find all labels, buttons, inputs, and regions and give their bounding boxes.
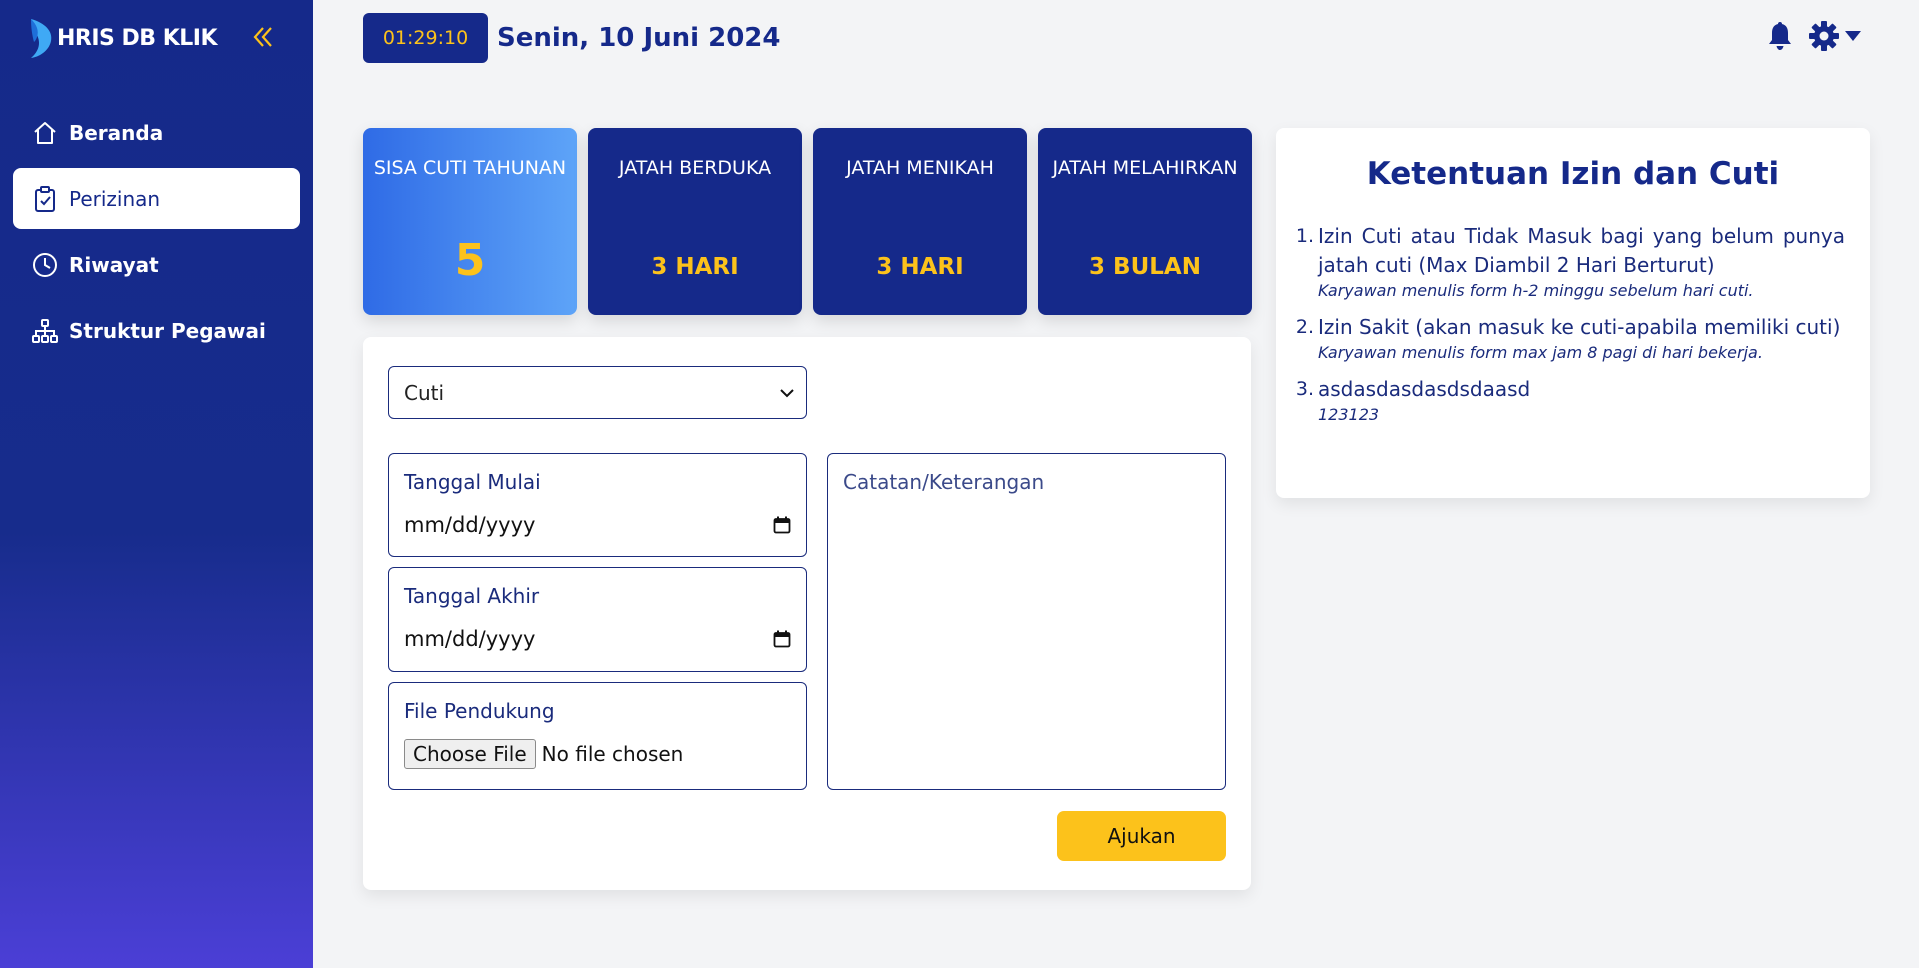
brand[interactable]: HRIS DB KLIK — [27, 17, 218, 59]
rule-item: 1. Izin Cuti atau Tidak Masuk bagi yang … — [1291, 222, 1845, 302]
end-date-field: Tanggal Akhir mm/dd/yyyy — [388, 567, 807, 672]
file-status: No file chosen — [541, 742, 684, 766]
sidebar-item-beranda[interactable]: Beranda — [13, 102, 300, 163]
card-value: 3 BULAN — [1089, 254, 1201, 280]
rules-list: 1. Izin Cuti atau Tidak Masuk bagi yang … — [1291, 222, 1845, 437]
gear-icon — [1809, 21, 1839, 51]
sidebar-item-label: Riwayat — [69, 252, 159, 277]
card-jatah-berduka: JATAH BERDUKA 3 HARI — [588, 128, 802, 315]
clock-badge: 01:29:10 — [363, 13, 488, 63]
settings-menu-button[interactable] — [1808, 20, 1862, 52]
clock-history-icon — [31, 251, 59, 279]
rules-title: Ketentuan Izin dan Cuti — [1366, 156, 1780, 192]
leave-type-value: Cuti — [404, 380, 445, 405]
start-date-input[interactable]: mm/dd/yyyy — [404, 511, 791, 539]
notification-button[interactable] — [1766, 20, 1794, 52]
rule-text: asdasdasdasdsdaasd — [1318, 377, 1531, 401]
sidebar-item-riwayat[interactable]: Riwayat — [13, 234, 300, 295]
sidebar-item-label: Struktur Pegawai — [69, 318, 266, 343]
rule-number: 3. — [1295, 378, 1314, 400]
start-date-field: Tanggal Mulai mm/dd/yyyy — [388, 453, 807, 557]
sidebar-item-struktur-pegawai[interactable]: Struktur Pegawai — [13, 300, 300, 361]
sidebar-item-label: Beranda — [69, 120, 164, 145]
rule-note: Karyawan menulis form max jam 8 pagi di … — [1318, 343, 1763, 362]
rule-number: 2. — [1295, 316, 1314, 338]
card-value: 5 — [454, 235, 486, 286]
rule-number: 1. — [1295, 225, 1314, 247]
chevron-down-icon — [780, 388, 794, 397]
rule-item: 2. Izin Sakit (akan masuk ke cuti-apabil… — [1291, 313, 1845, 364]
card-jatah-melahirkan: JATAH MELAHIRKAN 3 BULAN — [1038, 128, 1252, 315]
supporting-file-field: File Pendukung Choose File No file chose… — [388, 682, 807, 790]
file-input[interactable]: Choose File No file chosen — [404, 739, 683, 769]
brand-logo-icon — [31, 19, 52, 58]
sidebar-nav: Beranda Perizinan Riwayat Struktur Pegaw… — [13, 102, 300, 366]
calendar-icon[interactable] — [773, 516, 791, 534]
sidebar-item-perizinan[interactable]: Perizinan — [13, 168, 300, 229]
card-value: 3 HARI — [651, 254, 739, 280]
card-title: SISA CUTI TAHUNAN — [373, 157, 567, 179]
rule-text: Izin Cuti atau Tidak Masuk bagi yang bel… — [1318, 224, 1845, 277]
sidebar-item-label: Perizinan — [69, 186, 161, 211]
notes-textarea[interactable]: Catatan/Keterangan — [827, 453, 1226, 790]
rules-panel: Ketentuan Izin dan Cuti 1. Izin Cuti ata… — [1276, 128, 1870, 498]
calendar-icon[interactable] — [773, 630, 791, 648]
rule-text: Izin Sakit (akan masuk ke cuti-apabila m… — [1318, 315, 1841, 339]
card-jatah-menikah: JATAH MENIKAH 3 HARI — [813, 128, 1027, 315]
leave-request-form: Cuti Tanggal Mulai mm/dd/yyyy Tanggal Ak… — [363, 337, 1251, 890]
current-date: Senin, 10 Juni 2024 — [497, 23, 781, 53]
card-value: 3 HARI — [876, 254, 964, 280]
submit-button[interactable]: Ajukan — [1057, 811, 1226, 861]
card-sisa-cuti-tahunan: SISA CUTI TAHUNAN 5 — [363, 128, 577, 315]
end-date-label: Tanggal Akhir — [404, 584, 540, 608]
leave-type-select[interactable]: Cuti — [388, 366, 807, 419]
home-icon — [31, 119, 59, 147]
brand-name: HRIS DB KLIK — [57, 25, 218, 51]
bell-icon — [1769, 22, 1791, 50]
start-date-placeholder: mm/dd/yyyy — [404, 513, 536, 537]
rule-note: Karyawan menulis form h-2 minggu sebelum… — [1318, 281, 1754, 300]
org-chart-icon — [31, 317, 59, 345]
end-date-placeholder: mm/dd/yyyy — [404, 627, 536, 651]
clipboard-check-icon — [31, 185, 59, 213]
double-chevron-left-icon — [253, 27, 272, 47]
choose-file-button[interactable]: Choose File — [404, 739, 536, 769]
collapse-sidebar-button[interactable] — [252, 25, 274, 49]
rule-item: 3. asdasdasdasdsdaasd 123123 — [1291, 375, 1845, 426]
notes-placeholder: Catatan/Keterangan — [843, 470, 1045, 494]
card-title: JATAH BERDUKA — [618, 157, 772, 179]
sidebar: HRIS DB KLIK Beranda Perizinan Riwayat S… — [0, 0, 313, 968]
caret-down-icon — [1845, 31, 1861, 41]
start-date-label: Tanggal Mulai — [404, 470, 541, 494]
card-title: JATAH MELAHIRKAN — [1052, 157, 1238, 179]
supporting-file-label: File Pendukung — [404, 699, 555, 723]
card-title: JATAH MENIKAH — [846, 157, 994, 179]
end-date-input[interactable]: mm/dd/yyyy — [404, 625, 791, 653]
rule-note: 123123 — [1318, 405, 1380, 424]
